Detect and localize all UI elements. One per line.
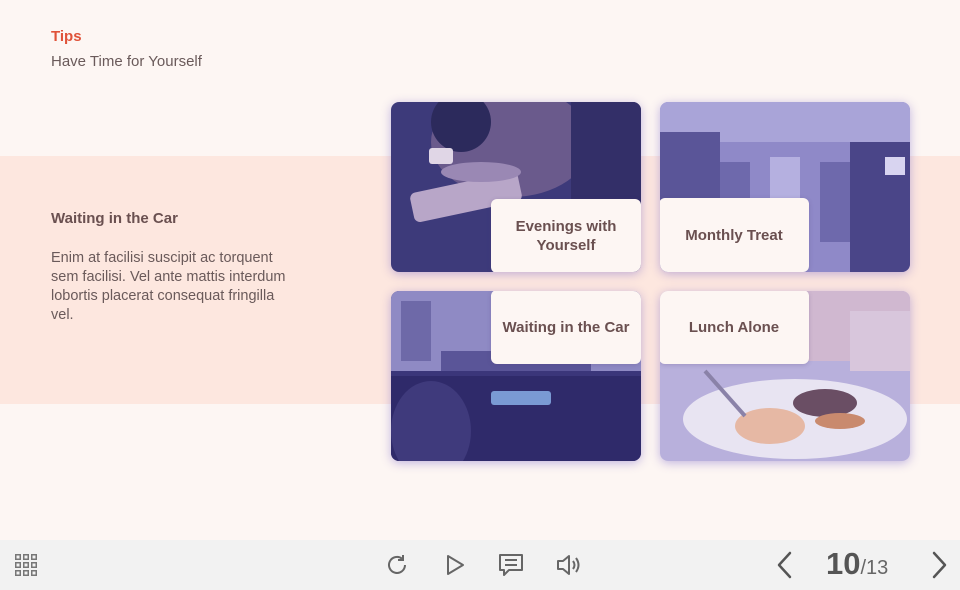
- tips-label: Tips: [51, 28, 82, 45]
- chevron-right-icon[interactable]: [927, 550, 951, 580]
- card-label[interactable]: Waiting in the Car: [491, 291, 641, 364]
- card-waiting-car[interactable]: Waiting in the Car: [391, 291, 641, 461]
- notes-icon[interactable]: [497, 552, 525, 578]
- card-evenings[interactable]: Evenings with Yourself: [391, 102, 641, 272]
- card-lunch-alone[interactable]: Lunch Alone: [660, 291, 910, 461]
- page-indicator: 10/13: [826, 546, 888, 582]
- page-subtitle: Have Time for Yourself: [51, 53, 202, 70]
- current-page: 10: [826, 546, 861, 581]
- section-body: Enim at facilisi suscipit ac torquent se…: [51, 250, 286, 323]
- section-title: Waiting in the Car: [51, 210, 178, 227]
- chevron-left-icon[interactable]: [773, 550, 797, 580]
- total-pages: 13: [866, 557, 889, 579]
- replay-icon[interactable]: [384, 552, 410, 578]
- play-icon[interactable]: [442, 552, 468, 578]
- grid-menu-icon[interactable]: [13, 553, 39, 577]
- card-monthly-treat[interactable]: Monthly Treat: [660, 102, 910, 272]
- volume-icon[interactable]: [555, 552, 583, 578]
- card-label[interactable]: Evenings with Yourself: [491, 199, 641, 272]
- card-label[interactable]: Monthly Treat: [660, 198, 809, 272]
- player-toolbar: [0, 540, 960, 590]
- card-label[interactable]: Lunch Alone: [660, 291, 809, 364]
